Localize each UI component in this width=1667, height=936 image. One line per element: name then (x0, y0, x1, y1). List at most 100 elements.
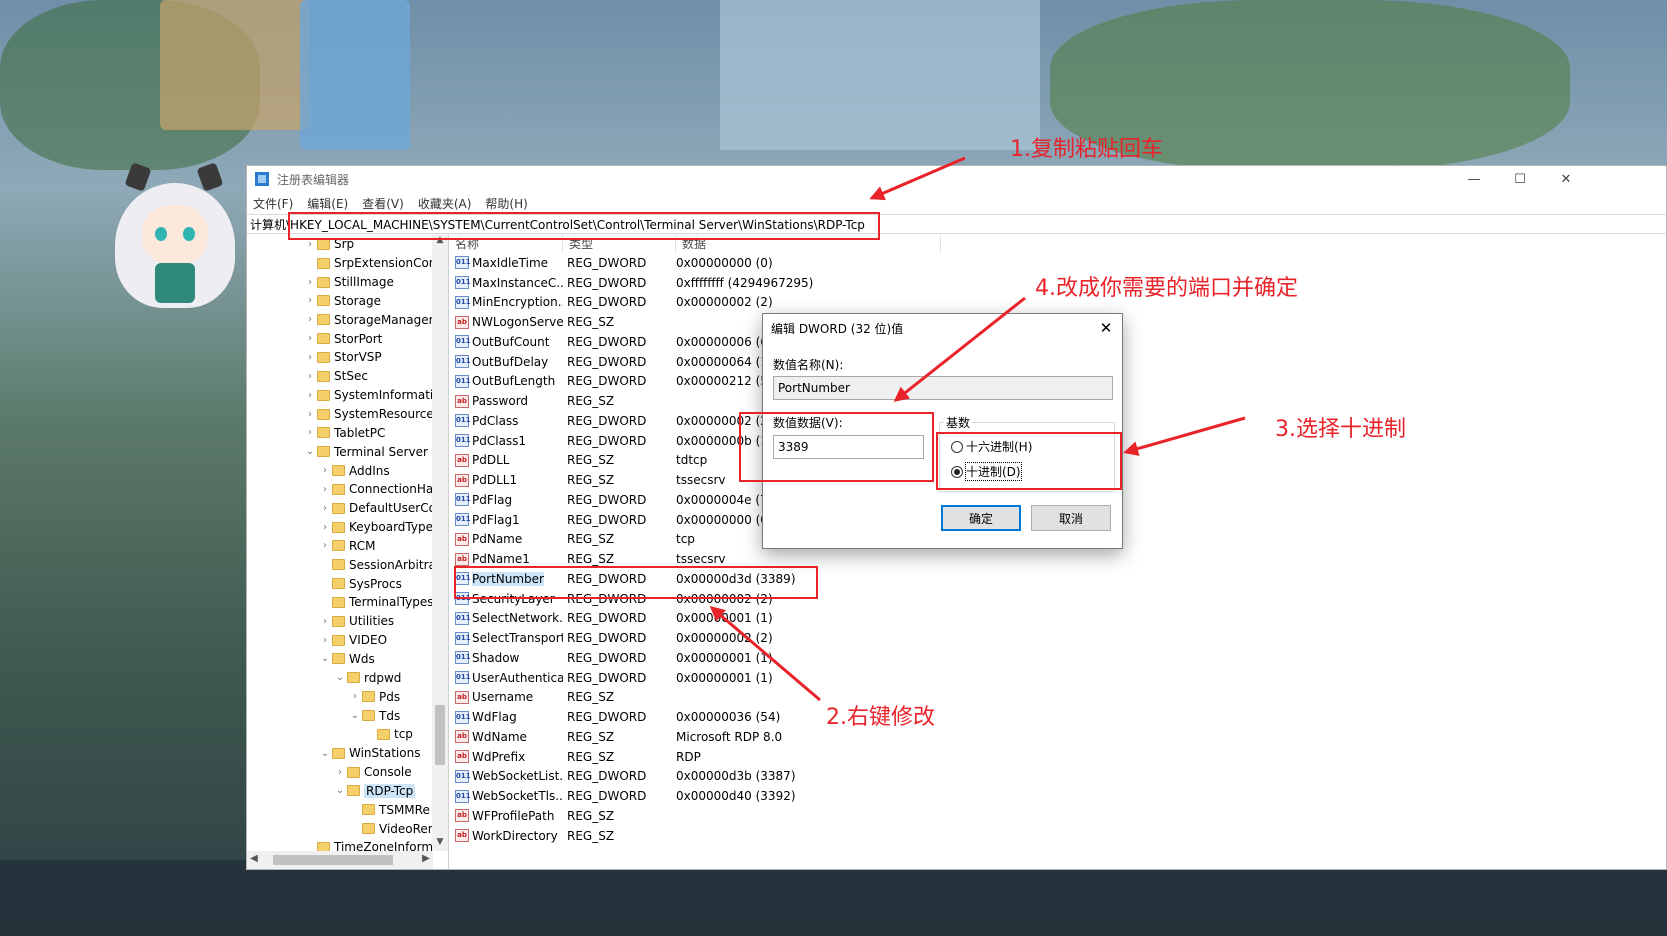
expand-chevron-icon[interactable]: › (303, 371, 317, 382)
value-name[interactable]: WdPrefix (472, 750, 525, 764)
tree-item-label[interactable]: SessionArbitrat (349, 558, 433, 572)
expand-chevron-icon[interactable]: › (348, 691, 362, 702)
value-name-field[interactable]: PortNumber (773, 376, 1113, 400)
tree-item[interactable]: TimeZoneInforma (247, 838, 433, 851)
value-name[interactable]: PdName1 (472, 552, 530, 566)
expand-chevron-icon[interactable]: › (318, 522, 332, 533)
value-name[interactable]: PdDLL1 (472, 473, 517, 487)
value-name-cell[interactable]: 011 OutBufCount (449, 335, 563, 349)
tree-item-label[interactable]: TSMMRe (379, 803, 430, 817)
tree-item[interactable]: ⌄ Tds (247, 706, 433, 725)
value-name-cell[interactable]: ab WdPrefix (449, 750, 563, 764)
tree-item-label[interactable]: AddIns (349, 464, 390, 478)
tree-item-label[interactable]: tcp (394, 727, 413, 741)
tree-item[interactable]: › KeyboardType (247, 518, 433, 537)
value-name-cell[interactable]: 011 PdFlag1 (449, 513, 563, 527)
value-name[interactable]: PdFlag (472, 493, 512, 507)
value-name-cell[interactable]: ab PdName (449, 532, 563, 546)
value-name-cell[interactable]: ab Username (449, 690, 563, 704)
tree-item-label[interactable]: TerminalTypes (349, 595, 433, 609)
tree-item[interactable]: ⌄ WinStations (247, 744, 433, 763)
tree-item[interactable]: › StorPort (247, 329, 433, 348)
tree-item-label[interactable]: SystemInformatio (334, 388, 433, 402)
tree-item-label[interactable]: StillImage (334, 275, 394, 289)
expand-chevron-icon[interactable]: › (303, 390, 317, 401)
scroll-right-icon[interactable]: ▶ (419, 853, 433, 867)
value-name[interactable]: WdName (472, 730, 527, 744)
value-name[interactable]: SelectNetwork... (472, 611, 563, 625)
collapse-chevron-icon[interactable]: ⌄ (318, 748, 332, 759)
tree-item[interactable]: tcp (247, 725, 433, 744)
value-name[interactable]: WebSocketList... (472, 769, 563, 783)
tree-vertical-scrollbar[interactable]: ▲ ▼ (432, 235, 448, 851)
tree-item-label[interactable]: Console (364, 765, 412, 779)
tree-item[interactable]: › VIDEO (247, 631, 433, 650)
expand-chevron-icon[interactable]: › (318, 635, 332, 646)
value-name[interactable]: WFProfilePath (472, 809, 554, 823)
tree-item-label[interactable]: ConnectionHan (349, 482, 433, 496)
collapse-chevron-icon[interactable]: ⌄ (348, 710, 362, 721)
value-row[interactable]: ab WdName REG_SZ Microsoft RDP 8.0 (449, 727, 1666, 747)
value-name-cell[interactable]: ab WFProfilePath (449, 809, 563, 823)
tree-item-label[interactable]: TimeZoneInforma (334, 840, 433, 851)
value-name[interactable]: PdClass (472, 414, 518, 428)
collapse-chevron-icon[interactable]: ⌄ (333, 785, 347, 796)
tree-item[interactable]: SysProcs (247, 574, 433, 593)
value-name[interactable]: Username (472, 690, 533, 704)
value-name-cell[interactable]: 011 OutBufDelay (449, 355, 563, 369)
tree-item-label[interactable]: SrpExtensionConf (334, 256, 433, 270)
value-name-cell[interactable]: ab NWLogonServer (449, 315, 563, 329)
dialog-close-button[interactable]: ✕ (1096, 318, 1116, 338)
tree-item[interactable]: › SystemResources (247, 405, 433, 424)
tree-item[interactable]: › Storage (247, 292, 433, 311)
value-name-cell[interactable]: ab PdDLL1 (449, 473, 563, 487)
tree-item-label[interactable]: Tds (379, 709, 400, 723)
value-name-cell[interactable]: 011 PdClass1 (449, 434, 563, 448)
value-row[interactable]: 011 WebSocketList... REG_DWORD 0x00000d3b (… (449, 767, 1666, 787)
tree-item-label[interactable]: StSec (334, 369, 368, 383)
menu-file[interactable]: 文件(F) (253, 195, 293, 212)
tree-item-label[interactable]: StorageManagem (334, 313, 433, 327)
value-name[interactable]: OutBufDelay (472, 355, 548, 369)
tree-item[interactable]: TerminalTypes (247, 593, 433, 612)
expand-chevron-icon[interactable]: › (318, 503, 332, 514)
expand-chevron-icon[interactable]: › (303, 409, 317, 420)
cancel-button[interactable]: 取消 (1031, 505, 1111, 531)
close-button[interactable]: ✕ (1543, 166, 1589, 192)
scroll-thumb-horizontal[interactable] (273, 855, 393, 865)
value-name[interactable]: Shadow (472, 651, 519, 665)
tree-item-label[interactable]: RCM (349, 539, 375, 553)
collapse-chevron-icon[interactable]: ⌄ (333, 672, 347, 683)
tree-item[interactable]: › ConnectionHan (247, 480, 433, 499)
scroll-thumb[interactable] (435, 705, 445, 765)
value-row[interactable]: 011 Shadow REG_DWORD 0x00000001 (1) (449, 648, 1666, 668)
value-name-cell[interactable]: 011UserAuthentica... (449, 671, 563, 685)
value-name-cell[interactable]: 011 WdFlag (449, 710, 563, 724)
value-name-cell[interactable]: 011 PdFlag (449, 493, 563, 507)
menu-favorites[interactable]: 收藏夹(A) (418, 195, 472, 212)
value-name[interactable]: PdClass1 (472, 434, 526, 448)
value-name-cell[interactable]: 011 WebSocketTls... (449, 789, 563, 803)
tree-item[interactable]: › SystemInformatio (247, 386, 433, 405)
value-name-cell[interactable]: 011 SelectNetwork... (449, 611, 563, 625)
collapse-chevron-icon[interactable]: ⌄ (318, 653, 332, 664)
value-name-cell[interactable]: 011 PdClass (449, 414, 563, 428)
tree-item[interactable]: ⌄ Wds (247, 650, 433, 669)
tree-item-label[interactable]: Terminal Server (334, 445, 428, 459)
tree-item-label[interactable]: RDP-Tcp (364, 783, 416, 798)
value-name-cell[interactable]: ab PdName1 (449, 552, 563, 566)
value-name[interactable]: MinEncryption... (472, 295, 563, 309)
value-name[interactable]: UserAuthentica... (472, 671, 563, 685)
value-row[interactable]: 011 WebSocketTls... REG_DWORD 0x00000d40 (3… (449, 786, 1666, 806)
scroll-left-icon[interactable]: ◀ (247, 853, 261, 867)
tree-item[interactable]: SrpExtensionConf (247, 254, 433, 273)
tree-item[interactable]: ⌄ Terminal Server (247, 442, 433, 461)
ok-button[interactable]: 确定 (941, 505, 1021, 531)
tree-item[interactable]: › StSec (247, 367, 433, 386)
value-name[interactable]: Password (472, 394, 528, 408)
value-name-cell[interactable]: 011 Shadow (449, 651, 563, 665)
value-name[interactable]: PdFlag1 (472, 513, 520, 527)
value-name[interactable]: MaxIdleTime (472, 256, 548, 270)
expand-chevron-icon[interactable]: › (303, 314, 317, 325)
tree-item-label[interactable]: VideoRen (379, 822, 433, 836)
